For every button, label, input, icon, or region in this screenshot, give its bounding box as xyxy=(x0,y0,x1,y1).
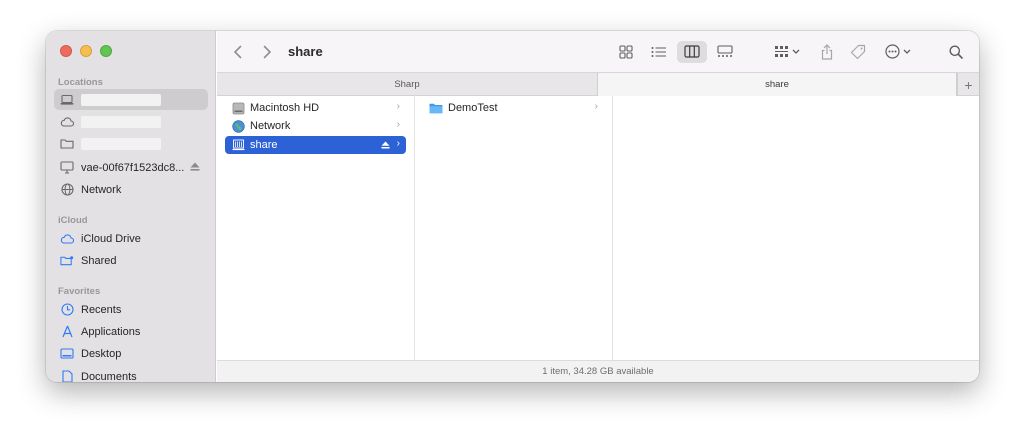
hard-drive-icon xyxy=(231,101,245,115)
sidebar-item-vae[interactable]: vae-00f67f1523dc8... xyxy=(54,157,208,178)
item-label: Macintosh HD xyxy=(250,102,320,114)
server-share-icon xyxy=(231,138,245,152)
column-view-button[interactable] xyxy=(677,40,707,63)
document-icon xyxy=(60,370,74,382)
column-1: Macintosh HD › Network › share › xyxy=(217,96,415,360)
sidebar-item-icloud-drive[interactable]: iCloud Drive xyxy=(54,228,208,249)
forward-button[interactable] xyxy=(262,31,272,72)
sidebar-item-applications[interactable]: Applications xyxy=(54,321,208,342)
redacted-label xyxy=(81,115,161,128)
clock-icon xyxy=(60,303,74,317)
sidebar-item-label: Documents xyxy=(81,370,137,383)
gallery-icon xyxy=(717,45,733,57)
tab-label: Sharp xyxy=(394,79,420,90)
columns-icon xyxy=(684,45,700,58)
column-view-wrap xyxy=(677,31,707,72)
toolbar: share xyxy=(217,31,979,72)
finder-window: Locations vae-00f67f1523dc8... Network i… xyxy=(46,31,979,382)
sidebar-item-location-3[interactable] xyxy=(54,133,208,154)
sidebar: Locations vae-00f67f1523dc8... Network i… xyxy=(46,31,216,382)
sidebar-section-icloud: iCloud xyxy=(58,215,88,226)
chevron-right-icon: › xyxy=(396,138,400,149)
status-text: 1 item, 34.28 GB available xyxy=(542,366,654,377)
eject-icon[interactable] xyxy=(381,140,390,152)
column-2: DemoTest › xyxy=(415,96,613,360)
laptop-icon xyxy=(60,93,74,107)
list-item-network[interactable]: Network › xyxy=(225,117,406,135)
network-globe-icon xyxy=(231,119,245,133)
action-button[interactable] xyxy=(885,31,913,72)
sidebar-item-label: iCloud Drive xyxy=(81,232,141,245)
cloud-icon xyxy=(60,115,74,129)
minimize-button[interactable] xyxy=(80,45,92,57)
chevron-left-icon xyxy=(233,45,242,58)
chevron-right-icon: › xyxy=(594,101,598,112)
shared-folder-icon xyxy=(60,254,74,268)
tab-bar: Sharp share + xyxy=(217,72,979,96)
tab-sharp[interactable]: Sharp xyxy=(217,73,597,96)
tab-share[interactable]: share xyxy=(597,73,957,96)
sidebar-item-label: Shared xyxy=(81,254,117,267)
column-3 xyxy=(613,96,979,360)
applications-icon xyxy=(60,325,74,339)
sidebar-item-network[interactable]: Network xyxy=(54,179,208,200)
new-tab-button[interactable]: + xyxy=(957,73,979,96)
grid-icon xyxy=(619,44,633,59)
close-button[interactable] xyxy=(60,45,72,57)
globe-icon xyxy=(60,183,74,197)
item-label: share xyxy=(250,139,278,151)
ellipsis-circle-icon xyxy=(885,44,911,59)
tab-label: share xyxy=(765,79,789,90)
sidebar-item-label: vae-00f67f1523dc8... xyxy=(81,161,185,174)
sidebar-item-desktop[interactable]: Desktop xyxy=(54,343,208,364)
chevron-right-icon: › xyxy=(396,101,400,112)
share-icon xyxy=(821,43,833,60)
list-item-macintosh-hd[interactable]: Macintosh HD › xyxy=(225,99,406,117)
sidebar-item-label: Recents xyxy=(81,303,122,316)
chevron-right-icon: › xyxy=(396,119,400,130)
window-title: share xyxy=(288,44,323,59)
chevron-right-icon xyxy=(263,45,272,58)
group-by-icon xyxy=(775,46,800,57)
list-item-demotest[interactable]: DemoTest › xyxy=(423,99,604,117)
sidebar-section-favorites: Favorites xyxy=(58,286,101,297)
sidebar-item-location-1[interactable] xyxy=(54,89,208,110)
list-item-share[interactable]: share › xyxy=(225,136,406,154)
gallery-view-button[interactable] xyxy=(717,31,733,72)
sidebar-item-label: Desktop xyxy=(81,347,122,360)
tag-button[interactable] xyxy=(850,31,866,72)
sidebar-item-recents[interactable]: Recents xyxy=(54,299,208,320)
sidebar-section-locations: Locations xyxy=(58,77,103,88)
folder-icon xyxy=(60,137,74,151)
desktop-icon xyxy=(60,347,74,361)
list-icon xyxy=(651,46,666,57)
list-view-button[interactable] xyxy=(651,31,667,72)
sidebar-item-label: Network xyxy=(81,183,122,196)
window-controls xyxy=(60,45,112,57)
tag-icon xyxy=(850,44,866,59)
share-button[interactable] xyxy=(821,31,833,72)
sidebar-item-location-2[interactable] xyxy=(54,111,208,132)
search-button[interactable] xyxy=(949,31,963,72)
redacted-label xyxy=(81,93,161,106)
cloud-icon xyxy=(60,232,74,246)
status-bar: 1 item, 34.28 GB available xyxy=(217,360,979,382)
folder-icon xyxy=(429,101,443,115)
group-button[interactable] xyxy=(774,31,802,72)
redacted-label xyxy=(81,137,161,150)
sidebar-item-shared[interactable]: Shared xyxy=(54,250,208,271)
search-icon xyxy=(949,45,963,59)
column-browser: Macintosh HD › Network › share › DemoTes… xyxy=(217,96,979,360)
eject-icon[interactable] xyxy=(190,162,200,174)
zoom-button[interactable] xyxy=(100,45,112,57)
icon-view-button[interactable] xyxy=(619,31,633,72)
item-label: Network xyxy=(250,120,291,132)
sidebar-item-documents[interactable]: Documents xyxy=(54,366,208,382)
display-icon xyxy=(60,161,74,175)
back-button[interactable] xyxy=(233,31,243,72)
item-label: DemoTest xyxy=(448,102,498,114)
sidebar-item-label: Applications xyxy=(81,325,141,338)
